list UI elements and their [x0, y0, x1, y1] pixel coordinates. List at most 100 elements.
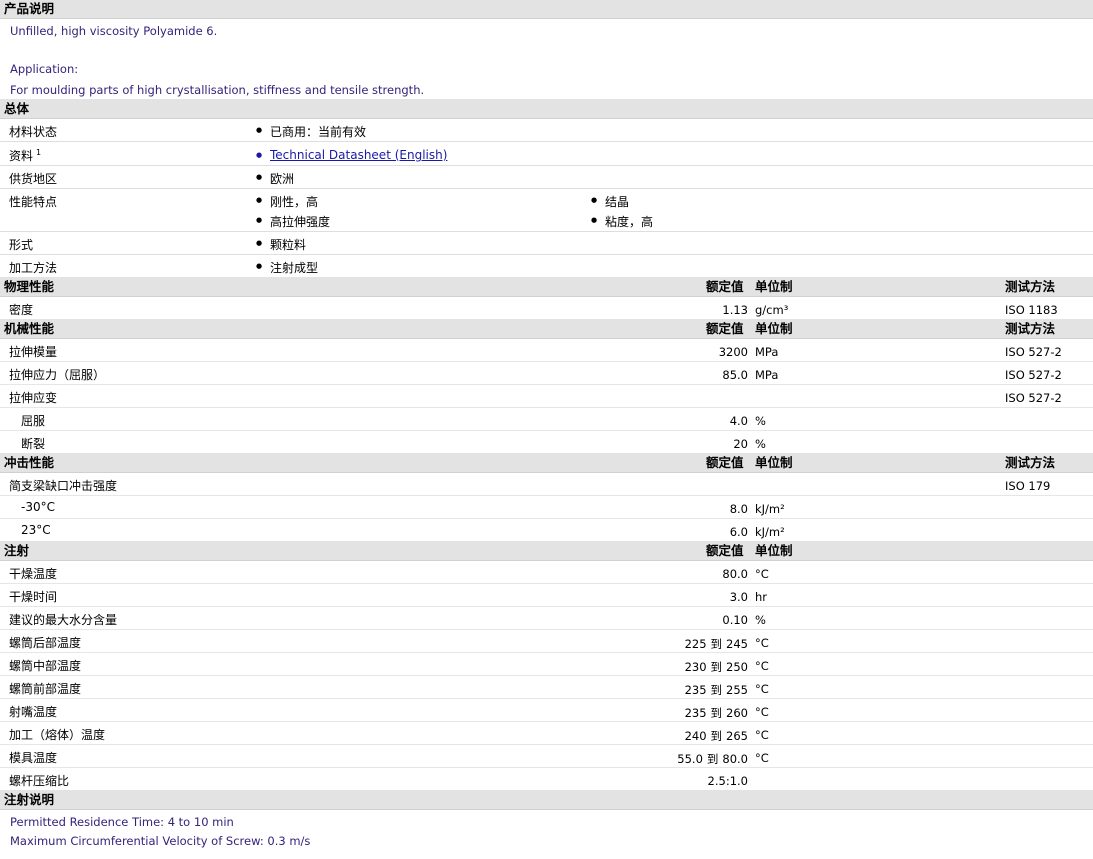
test-method: ISO 527-2: [1005, 391, 1062, 405]
technical-datasheet-link[interactable]: Technical Datasheet (English): [256, 148, 447, 162]
property-unit: °C: [755, 751, 769, 765]
property-value: 20: [733, 437, 748, 451]
range-to: 250: [726, 660, 748, 674]
section-header-injection-notes: 注射说明: [0, 790, 1093, 810]
application-text: For moulding parts of high crystallisati…: [10, 83, 425, 97]
property-label: 螺杆压缩比: [9, 774, 70, 788]
property-row: 建议的最大水分含量 0.10%: [0, 607, 1093, 630]
property-label: 密度: [9, 303, 34, 317]
property-value: 2.5:1.0: [707, 774, 748, 788]
general-row-material-status: 材料状态 已商用：当前有效: [0, 119, 1093, 142]
property-unit: °C: [755, 682, 769, 696]
col-header-unit: 单位制: [755, 321, 793, 336]
screw-velocity-note: Maximum Circumferential Velocity of Scre…: [10, 834, 311, 848]
general-row-form: 形式 颗粒料: [0, 232, 1093, 255]
property-value: 8.0: [729, 502, 748, 516]
col-header-value: 额定值: [706, 321, 744, 336]
section-header-impact: 冲击性能 额定值 单位制 测试方法: [0, 453, 1093, 473]
property-label: 建议的最大水分含量: [9, 613, 118, 627]
property-row: 螺杆压缩比 2.5:1.0: [0, 768, 1093, 790]
section-title: 注射: [4, 543, 30, 558]
property-label: 23°C: [21, 523, 51, 537]
section-title: 总体: [4, 101, 30, 116]
section-header-description: 产品说明: [0, 0, 1093, 19]
property-value: 85.0: [722, 368, 748, 382]
property-unit: °C: [755, 728, 769, 742]
property-value: 6.0: [729, 525, 748, 539]
section-title: 冲击性能: [4, 455, 55, 470]
property-unit: kJ/m²: [755, 502, 785, 516]
property-row: 模具温度 55.0 到 80.0 °C: [0, 745, 1093, 768]
range-to: 260: [726, 706, 748, 720]
range-to: 255: [726, 683, 748, 697]
property-row: 拉伸应力（屈服） 85.0 MPa ISO 527-2: [0, 362, 1093, 385]
general-row-docs: 资料1 Technical Datasheet (English): [0, 142, 1093, 166]
property-label: 简支梁缺口冲击强度: [9, 479, 118, 493]
region-value: 欧洲: [256, 170, 294, 187]
range-from: 225: [684, 637, 707, 651]
property-value: 230 到 250: [685, 659, 748, 675]
property-unit: kJ/m²: [755, 525, 785, 539]
col-header-unit: 单位制: [755, 455, 793, 470]
range-to: 265: [726, 729, 748, 743]
range-separator: 到: [710, 706, 723, 720]
section-title: 机械性能: [4, 321, 55, 336]
range-separator: 到: [710, 660, 723, 674]
property-unit: °C: [755, 659, 769, 673]
section-header-general: 总体: [0, 99, 1093, 119]
residence-time-note: Permitted Residence Time: 4 to 10 min: [10, 815, 234, 829]
property-row: 射嘴温度 235 到 260 °C: [0, 699, 1093, 722]
range-from: 230: [684, 660, 707, 674]
section-header-physical: 物理性能 额定值 单位制 测试方法: [0, 277, 1093, 297]
property-label: 模具温度: [9, 751, 58, 765]
feature-item: 刚性，高: [256, 193, 318, 210]
property-label: 断裂: [21, 437, 46, 451]
range-separator: 到: [710, 683, 723, 697]
property-unit: %: [755, 613, 766, 627]
col-header-method: 测试方法: [1005, 455, 1056, 470]
property-value: 3.0: [729, 590, 748, 604]
col-header-method: 测试方法: [1005, 321, 1056, 336]
row-label: 供货地区: [9, 172, 58, 186]
property-row: 断裂 20%: [0, 431, 1093, 453]
description-text: Unfilled, high viscosity Polyamide 6.: [10, 24, 218, 38]
property-label: 干燥温度: [9, 567, 58, 581]
feature-item: 高拉伸强度: [256, 213, 330, 230]
property-label: 屈服: [21, 414, 46, 428]
property-row: 23°C 6.0 kJ/m²: [0, 519, 1093, 541]
property-row: 螺筒中部温度 230 到 250 °C: [0, 653, 1093, 676]
property-row: 拉伸模量 3200 MPa ISO 527-2: [0, 339, 1093, 362]
property-unit: %: [755, 437, 766, 451]
property-value: 235 到 260: [685, 705, 748, 721]
property-unit: %: [755, 414, 766, 428]
col-header-value: 额定值: [706, 455, 744, 470]
section-title: 注射说明: [4, 792, 55, 807]
range-to: 80.0: [722, 752, 748, 766]
range-from: 240: [684, 729, 707, 743]
property-unit: °C: [755, 636, 769, 650]
general-row-features: 性能特点 刚性，高 结晶 高拉伸强度 粘度，高: [0, 189, 1093, 232]
property-label: 螺筒中部温度: [9, 659, 82, 673]
datasheet: 产品说明 Unfilled, high viscosity Polyamide …: [0, 0, 1093, 850]
range-from: 55.0: [677, 752, 703, 766]
col-header-unit: 单位制: [755, 279, 793, 294]
property-row: 拉伸应变 ISO 527-2: [0, 385, 1093, 408]
property-label: 加工（熔体）温度: [9, 728, 106, 742]
col-header-method: 测试方法: [1005, 279, 1056, 294]
section-header-injection: 注射 额定值 单位制: [0, 541, 1093, 561]
property-row: 干燥温度 80.0 °C: [0, 561, 1093, 584]
col-header-value: 额定值: [706, 543, 744, 558]
section-title: 产品说明: [4, 1, 55, 16]
form-value: 颗粒料: [256, 236, 306, 253]
property-row: 螺筒后部温度 225 到 245 °C: [0, 630, 1093, 653]
property-value: 240 到 265: [685, 728, 748, 744]
property-row: 干燥时间 3.0 hr: [0, 584, 1093, 607]
property-label: 螺筒前部温度: [9, 682, 82, 696]
feature-item: 粘度，高: [591, 213, 653, 230]
feature-item: 结晶: [591, 193, 629, 210]
property-row: 简支梁缺口冲击强度 ISO 179: [0, 473, 1093, 496]
range-separator: 到: [710, 637, 723, 651]
property-unit: MPa: [755, 368, 779, 382]
property-value: 225 到 245: [685, 636, 748, 652]
property-value: 3200: [718, 345, 748, 359]
